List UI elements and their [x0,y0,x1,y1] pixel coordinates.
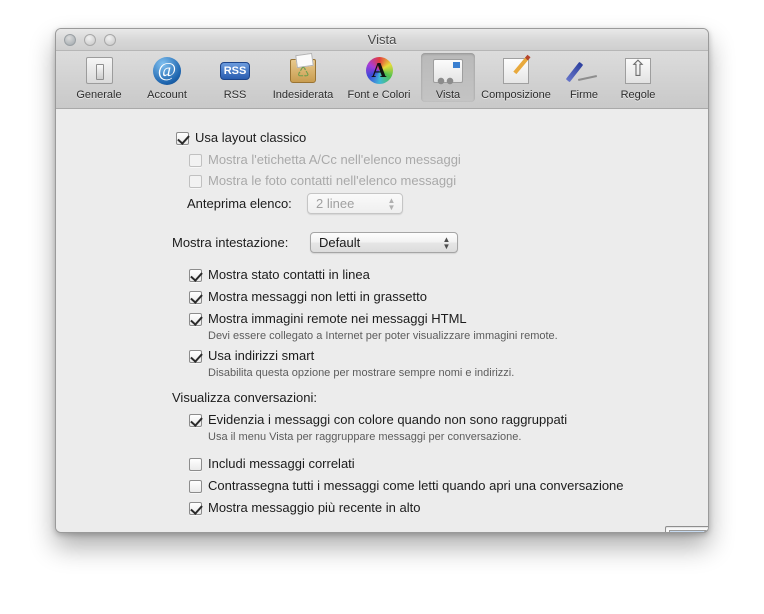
checkbox-label: Mostra le foto contatti nell'elenco mess… [208,173,457,188]
window-titlebar: Vista [56,29,708,51]
hint-highlight-messages: Usa il menu Vista per raggruppare messag… [208,431,522,443]
checkbox-row-show-unread-bold[interactable]: Mostra messaggi non letti in grassetto [189,289,427,305]
toolbar-item-account[interactable]: @ Account [133,53,201,102]
toolbar-label: Font e Colori [347,89,411,101]
list-preview-value: 2 linee [316,196,355,211]
show-header-value: Default [319,235,361,250]
toolbar-label: Regole [620,89,656,101]
checkbox-label: Usa indirizzi smart [208,348,315,363]
viewing-icon [432,55,464,87]
conversations-section-label: Visualizza conversazioni: [172,390,317,405]
toolbar-item-generale[interactable]: Generale [65,53,133,102]
toolbar-label: Vista [435,89,461,101]
checkbox-show-remote-images[interactable] [189,313,202,326]
general-icon [83,55,115,87]
checkbox-row-show-contact-photos[interactable]: Mostra le foto contatti nell'elenco mess… [189,173,456,189]
checkbox-row-mark-all-read[interactable]: Contrassegna tutti i messaggi come letti… [189,478,624,494]
font-color-icon [363,55,395,87]
checkbox-label: Includi messaggi correlati [208,456,355,471]
list-preview-label: Anteprima elenco: [187,196,292,211]
toolbar-label: Composizione [481,89,551,101]
checkbox-include-related[interactable] [189,458,202,471]
checkbox-label: Mostra immagini remote nei messaggi HTML [208,311,467,326]
show-header-label: Mostra intestazione: [172,235,289,250]
hint-show-remote-images: Devi essere collegato a Internet per pot… [208,330,558,342]
toolbar-item-indesiderata[interactable]: Indesiderata [269,53,337,102]
checkbox-label: Mostra l'etichetta A/Cc nell'elenco mess… [208,152,461,167]
checkbox-row-include-related[interactable]: Includi messaggi correlati [189,456,355,472]
signature-icon [568,55,600,87]
toolbar-label: Generale [76,89,122,101]
checkbox-row-show-remote-images[interactable]: Mostra immagini remote nei messaggi HTML [189,311,467,327]
at-sign-icon: @ [151,55,183,87]
window-title: Vista [367,32,397,47]
checkbox-use-classic-layout[interactable] [176,132,189,145]
list-preview-popup[interactable]: 2 linee ▲ ▼ [307,193,403,214]
checkbox-row-use-smart-addresses[interactable]: Usa indirizzi smart [189,348,314,364]
stepper-arrows-icon: ▲ ▼ [442,235,451,251]
checkbox-label: Mostra messaggio più recente in alto [208,500,421,515]
checkbox-show-online-status[interactable] [189,269,202,282]
checkbox-row-use-classic-layout[interactable]: Usa layout classico [176,130,306,146]
checkbox-label: Usa layout classico [195,130,307,145]
checkbox-mark-all-read[interactable] [189,480,202,493]
checkbox-label: Mostra stato contatti in linea [208,267,370,282]
checkbox-label: Mostra messaggi non letti in grassetto [208,289,427,304]
toolbar-item-rss[interactable]: RSS RSS [201,53,269,102]
checkbox-show-contact-photos[interactable] [189,175,202,188]
junk-mail-icon [287,55,319,87]
rss-icon: RSS [219,55,251,87]
checkbox-row-show-most-recent-top[interactable]: Mostra messaggio più recente in alto [189,500,420,516]
toolbar-label: RSS [223,89,247,101]
toolbar-label: Indesiderata [272,89,334,101]
toolbar-item-vista[interactable]: Vista [421,53,475,102]
checkbox-row-show-to-cc-label[interactable]: Mostra l'etichetta A/Cc nell'elenco mess… [189,152,461,168]
checkbox-show-most-recent-top[interactable] [189,502,202,515]
checkbox-use-smart-addresses[interactable] [189,350,202,363]
preferences-window: Vista Generale @ Account RSS RSS Indesid… [55,28,709,533]
toolbar-label: Firme [569,89,599,101]
checkbox-show-to-cc-label[interactable] [189,154,202,167]
checkbox-show-unread-bold[interactable] [189,291,202,304]
preferences-toolbar: Generale @ Account RSS RSS Indesiderata … [56,51,708,109]
toolbar-item-composizione[interactable]: Composizione [475,53,557,102]
toolbar-item-font-e-colori[interactable]: Font e Colori [337,53,421,102]
stepper-arrows-icon: ▲ ▼ [387,196,396,212]
color-swatch [669,530,708,532]
show-header-popup[interactable]: Default ▲ ▼ [310,232,458,253]
toolbar-item-regole[interactable]: Regole [611,53,665,102]
compose-icon [500,55,532,87]
checkbox-label: Evidenzia i messaggi con colore quando n… [208,412,568,427]
rules-icon [622,55,654,87]
checkbox-highlight-messages[interactable] [189,414,202,427]
highlight-color-well[interactable] [665,526,708,532]
checkbox-row-show-online-status[interactable]: Mostra stato contatti in linea [189,267,370,283]
toolbar-label: Account [147,89,187,101]
toolbar-item-firme[interactable]: Firme [557,53,611,102]
checkbox-label: Contrassegna tutti i messaggi come letti… [208,478,624,493]
preferences-content: Usa layout classico Mostra l'etichetta A… [56,109,708,532]
hint-use-smart-addresses: Disabilita questa opzione per mostrare s… [208,367,515,379]
checkbox-row-highlight-messages[interactable]: Evidenzia i messaggi con colore quando n… [189,412,567,428]
